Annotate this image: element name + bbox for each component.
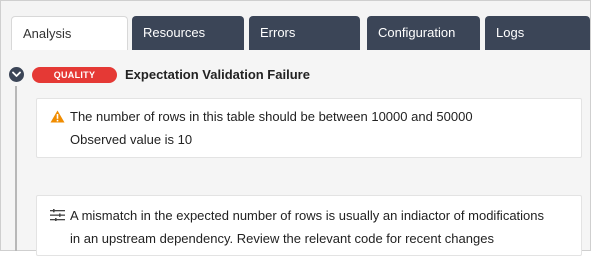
quality-badge: QUALITY xyxy=(32,67,117,83)
details-panel: Analysis Resources Errors Configuration … xyxy=(0,0,591,256)
tune-icon xyxy=(50,209,65,221)
tab-resources[interactable]: Resources xyxy=(132,16,244,50)
hint-card: A mismatch in the expected number of row… xyxy=(36,195,582,256)
timeline-line xyxy=(15,86,17,251)
tab-configuration[interactable]: Configuration xyxy=(367,16,480,50)
warning-message: The number of rows in this table should … xyxy=(70,109,473,124)
event-title: Expectation Validation Failure xyxy=(125,67,310,82)
warning-card: The number of rows in this table should … xyxy=(36,98,582,158)
collapse-toggle[interactable] xyxy=(9,67,24,82)
tab-bar: Analysis Resources Errors Configuration … xyxy=(1,1,590,50)
tab-logs[interactable]: Logs xyxy=(485,16,590,50)
hint-line-2: in an upstream dependency. Review the re… xyxy=(70,231,494,246)
tab-analysis[interactable]: Analysis xyxy=(11,16,128,50)
observed-value: Observed value is 10 xyxy=(70,132,193,147)
hint-line-1: A mismatch in the expected number of row… xyxy=(70,208,545,223)
tab-errors[interactable]: Errors xyxy=(249,16,360,50)
chevron-down-icon xyxy=(12,71,21,77)
warning-icon xyxy=(50,110,65,123)
analysis-content: QUALITY Expectation Validation Failure T… xyxy=(1,50,590,256)
